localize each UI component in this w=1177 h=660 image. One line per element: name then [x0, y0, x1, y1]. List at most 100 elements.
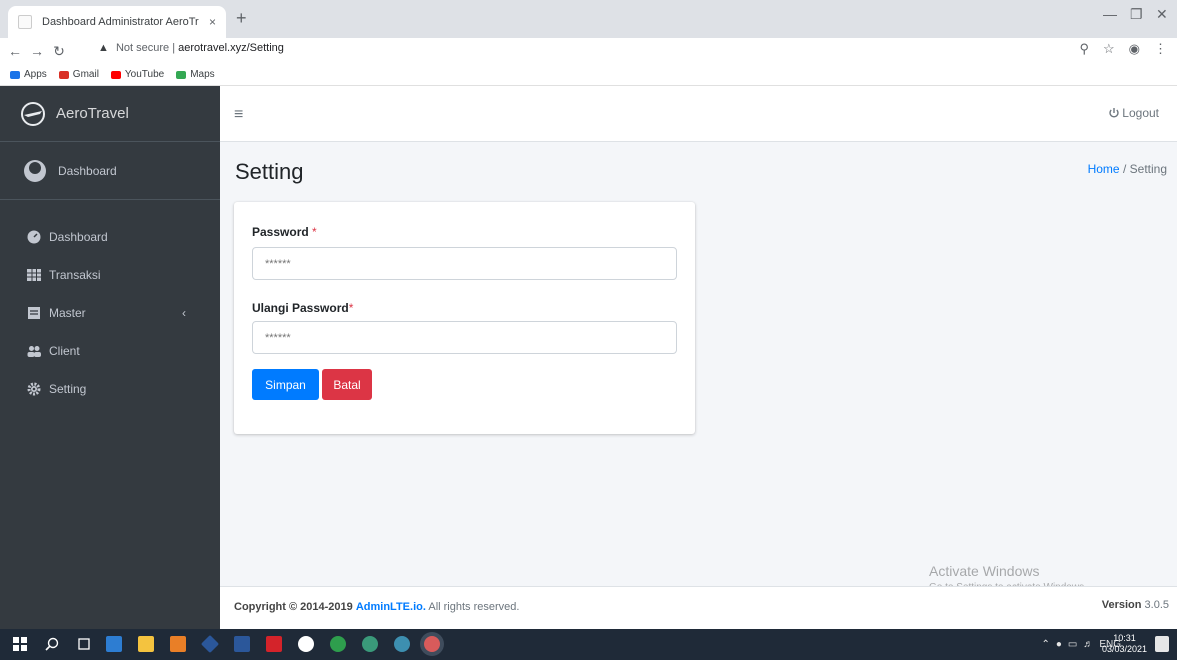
top-navbar: ≡ Logout [220, 86, 1177, 142]
network-icon[interactable]: ● [1056, 639, 1062, 650]
app-orange-icon[interactable] [170, 636, 186, 652]
volume-icon[interactable]: ♬ [1083, 639, 1093, 650]
breadcrumb-home-link[interactable]: Home [1088, 162, 1120, 176]
apps-grid-icon [10, 70, 20, 79]
close-window-icon[interactable]: ✕ [1156, 6, 1168, 23]
bookmark-maps[interactable]: Maps [176, 69, 215, 80]
sidebar-item-label: Client [49, 344, 80, 358]
book-icon [28, 307, 40, 319]
restore-icon[interactable]: ❐ [1130, 6, 1143, 23]
logout-button[interactable]: Logout [1108, 106, 1159, 120]
chrome-teal-icon[interactable] [362, 636, 378, 652]
chevron-left-icon: ‹ [182, 306, 186, 320]
page-favicon-icon [18, 15, 32, 29]
sidebar-item-label: Dashboard [49, 230, 108, 244]
star-icon[interactable]: ☆ [1103, 41, 1115, 57]
user-panel[interactable]: Dashboard [0, 142, 220, 200]
windows-taskbar: ⌃ ● ▭ ♬ ENG 10:31 03/03/2021 [0, 629, 1177, 660]
bookmark-apps[interactable]: Apps [10, 69, 47, 80]
bookmark-youtube[interactable]: YouTube [110, 69, 164, 80]
sidebar-item-setting[interactable]: Setting [0, 370, 220, 408]
content-wrapper: Setting Home / Setting Password * Ulangi… [220, 142, 1177, 586]
kebab-menu-icon[interactable]: ⋮ [1154, 41, 1167, 57]
file-explorer-icon[interactable] [138, 636, 154, 652]
app-diamond-icon[interactable] [200, 634, 220, 654]
required-marker: * [308, 225, 317, 239]
chrome-green-icon[interactable] [330, 636, 346, 652]
required-marker: * [348, 301, 354, 315]
reload-icon[interactable]: ↻ [48, 43, 70, 60]
cog-icon [27, 382, 41, 396]
repeat-password-label: Ulangi Password* [252, 301, 354, 315]
bookmarks-bar: Apps Gmail YouTube Maps [0, 64, 1177, 86]
battery-icon[interactable]: ▭ [1068, 639, 1077, 650]
address-bar: ← → ↻ ▲ Not secure | aerotravel.xyz/Sett… [0, 38, 1177, 64]
sidebar-item-client[interactable]: Client [0, 332, 220, 370]
notification-icon[interactable] [1155, 636, 1169, 652]
new-tab-button[interactable]: + [236, 8, 247, 29]
forward-icon[interactable]: → [26, 43, 48, 59]
sidebar-menu: Dashboard Transaksi Master ‹ Client Sett… [0, 210, 220, 408]
bookmark-gmail[interactable]: Gmail [58, 69, 99, 80]
browser-tab[interactable]: Dashboard Administrator AeroTr × [8, 6, 226, 38]
task-view-icon[interactable] [76, 636, 92, 652]
brand-link[interactable]: AeroTravel [0, 86, 220, 142]
chevron-up-icon[interactable]: ⌃ [1041, 639, 1049, 650]
footer: Copyright © 2014-2019 AdminLTE.io. All r… [220, 586, 1177, 629]
copyright: Copyright © 2014-2019 AdminLTE.io. All r… [234, 601, 519, 613]
minimize-icon[interactable]: — [1103, 6, 1117, 22]
page-title: Setting [235, 159, 304, 184]
key-icon[interactable]: ⚲ [1079, 41, 1089, 57]
windows-start-icon[interactable] [12, 636, 28, 652]
repeat-password-input[interactable] [252, 321, 677, 354]
profile-icon[interactable]: ◉ [1129, 41, 1140, 57]
clock-time: 10:31 [1113, 633, 1136, 643]
hamburger-menu-icon[interactable]: ≡ [234, 106, 243, 124]
adminlte-link[interactable]: AdminLTE.io. [356, 601, 426, 613]
save-button[interactable]: Simpan [252, 369, 319, 400]
copyright-prefix: Copyright © 2014-2019 [234, 601, 353, 613]
search-icon[interactable] [44, 636, 60, 652]
sidebar-item-label: Master [49, 306, 86, 320]
cancel-button[interactable]: Batal [322, 369, 372, 400]
back-icon[interactable]: ← [4, 43, 26, 59]
activate-title: Activate Windows [929, 563, 1040, 579]
logout-label: Logout [1122, 106, 1159, 120]
warning-icon: ▲ [98, 42, 109, 54]
breadcrumb-current: Setting [1129, 162, 1167, 176]
sidebar-item-master[interactable]: Master ‹ [0, 294, 220, 332]
tab-close-icon[interactable]: × [209, 15, 216, 29]
sidebar-item-label: Transaksi [49, 268, 101, 282]
url-field[interactable]: ▲ Not secure | aerotravel.xyz/Setting [98, 42, 284, 54]
breadcrumb-separator: / [1122, 162, 1127, 176]
breadcrumb: Home / Setting [1088, 162, 1167, 176]
users-icon [27, 346, 41, 357]
maps-icon [176, 70, 187, 79]
store-icon[interactable] [106, 636, 122, 652]
tab-title: Dashboard Administrator AeroTr [42, 16, 199, 28]
acrobat-icon[interactable] [266, 636, 282, 652]
chrome-blue-icon[interactable] [394, 636, 410, 652]
security-label: Not secure [115, 42, 170, 54]
user-name: Dashboard [58, 163, 117, 178]
version-label: Version [1101, 599, 1142, 611]
word-icon[interactable] [234, 636, 250, 652]
tachometer-icon [27, 230, 41, 244]
table-icon [27, 269, 41, 281]
password-input[interactable] [252, 247, 677, 280]
url-separator: | [172, 42, 176, 54]
youtube-icon [110, 70, 121, 79]
app-circle-icon[interactable] [298, 636, 314, 652]
sidebar-item-transaksi[interactable]: Transaksi [0, 256, 220, 294]
airplane-logo-icon [21, 101, 45, 126]
settings-card: Password * Ulangi Password* Simpan Batal [234, 202, 695, 434]
clock[interactable]: 10:31 03/03/2021 [1102, 633, 1147, 655]
version-info: Version 3.0.5 [1102, 599, 1169, 611]
browser-tab-strip: Dashboard Administrator AeroTr × + — ❐ ✕ [0, 0, 1177, 38]
sidebar-item-dashboard[interactable]: Dashboard [0, 218, 220, 256]
clock-date: 03/03/2021 [1101, 644, 1147, 654]
sidebar: AeroTravel Dashboard Dashboard Transaksi… [0, 86, 220, 629]
power-icon [1109, 108, 1119, 118]
sidebar-item-label: Setting [49, 382, 87, 396]
chrome-active-icon[interactable] [424, 636, 440, 652]
